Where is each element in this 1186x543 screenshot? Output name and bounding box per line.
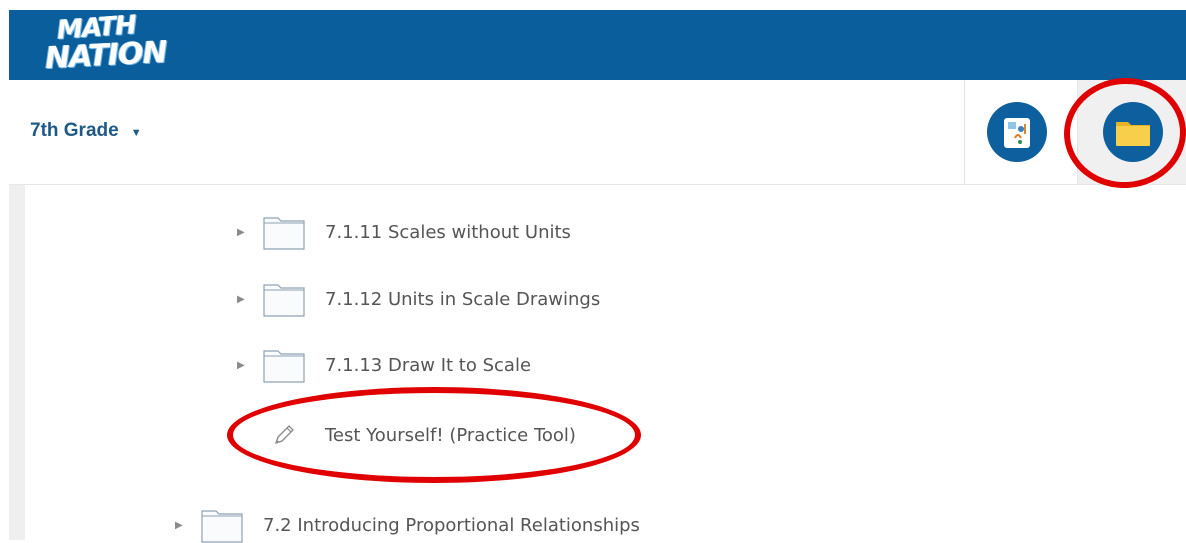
tree-item-folder[interactable]: ▶ 7.1.12 Units in Scale Drawings xyxy=(237,281,600,317)
folder-tool-button[interactable] xyxy=(1103,102,1163,162)
folder-outline-icon xyxy=(263,284,305,317)
tree-item-label: 7.2 Introducing Proportional Relationshi… xyxy=(263,514,640,536)
grade-dropdown-label: 7th Grade xyxy=(30,120,119,141)
tree-item-label: 7.1.11 Scales without Units xyxy=(325,221,571,243)
logo-line-2: NATION xyxy=(44,34,168,77)
tree-item-folder[interactable]: ▶ 7.1.11 Scales without Units xyxy=(237,214,571,250)
tree-item-label: 7.1.12 Units in Scale Drawings xyxy=(325,288,601,310)
tree-item-label: Test Yourself! (Practice Tool) xyxy=(325,424,576,446)
top-header-bar: MATH NATION xyxy=(9,10,1186,80)
sub-header-bar: 7th Grade ▼ xyxy=(9,80,1186,185)
folder-icon xyxy=(1116,122,1150,146)
expand-arrow-icon[interactable]: ▶ xyxy=(237,227,263,238)
expand-arrow-icon[interactable]: ▶ xyxy=(237,360,263,371)
folder-outline-icon xyxy=(201,510,243,543)
folder-outline-icon xyxy=(263,350,305,383)
tree-item-folder[interactable]: ▶ 7.2 Introducing Proportional Relations… xyxy=(175,507,640,543)
toolbar-divider xyxy=(1077,80,1078,184)
left-rail xyxy=(9,185,25,540)
whiteboard-tool-button[interactable] xyxy=(987,102,1047,162)
expand-arrow-icon[interactable]: ▶ xyxy=(237,294,263,305)
toolbar-divider xyxy=(964,80,965,184)
tree-item-label: 7.1.13 Draw It to Scale xyxy=(325,354,532,376)
chevron-down-icon: ▼ xyxy=(130,127,142,139)
grade-dropdown[interactable]: 7th Grade ▼ xyxy=(30,120,142,142)
folder-outline-icon xyxy=(263,217,305,250)
pencil-icon xyxy=(274,425,294,445)
tree-item-folder[interactable]: ▶ 7.1.13 Draw It to Scale xyxy=(237,347,531,383)
tree-item-practice-tool[interactable]: Test Yourself! (Practice Tool) xyxy=(263,422,576,448)
whiteboard-icon xyxy=(1004,118,1030,148)
expand-arrow-icon[interactable]: ▶ xyxy=(175,520,201,531)
math-nation-logo[interactable]: MATH NATION xyxy=(37,10,167,80)
